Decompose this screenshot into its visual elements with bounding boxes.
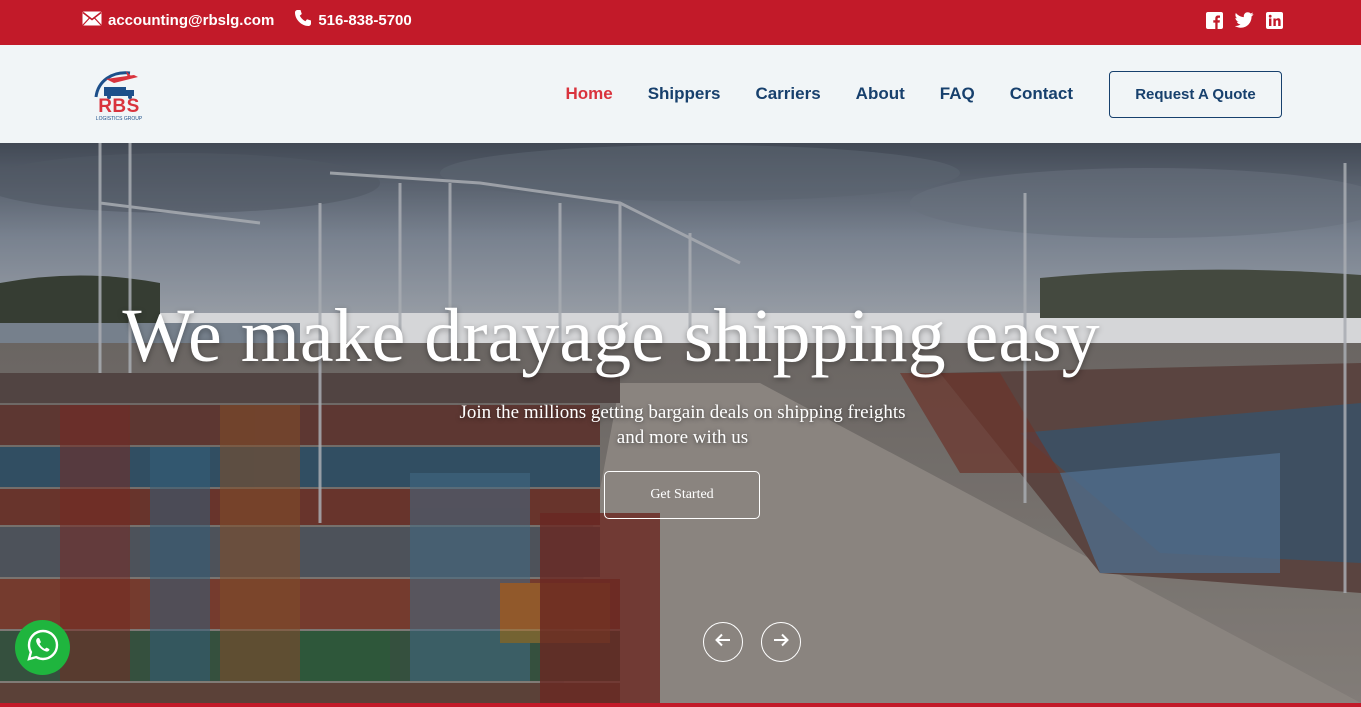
hero-subtitle-line1: Join the millions getting bargain deals … xyxy=(459,402,906,423)
whatsapp-icon xyxy=(26,628,60,667)
hero-banner: We make drayage shipping easy Join the m… xyxy=(0,143,1361,703)
request-quote-button[interactable]: Request A Quote xyxy=(1109,71,1282,118)
phone-text: 516-838-5700 xyxy=(318,11,412,29)
nav-contact[interactable]: Contact xyxy=(1010,84,1073,104)
nav-faq[interactable]: FAQ xyxy=(940,84,975,104)
nav-carriers[interactable]: Carriers xyxy=(755,84,820,104)
hero-subtitle-line2: and more with us xyxy=(616,427,749,448)
contact-info: accounting@rbslg.com 516-838-5700 xyxy=(82,0,412,40)
carousel-next-button[interactable] xyxy=(761,622,801,662)
arrow-right-icon xyxy=(773,633,789,652)
site-header: RBS LOGISTICS GROUP Home Shippers Carrie… xyxy=(0,45,1361,143)
nav-about[interactable]: About xyxy=(856,84,905,104)
nav-home[interactable]: Home xyxy=(565,84,612,104)
whatsapp-chat-button[interactable] xyxy=(15,620,70,675)
facebook-icon[interactable] xyxy=(1206,11,1223,29)
logo-text: RBS xyxy=(98,96,140,117)
hero-title: We make drayage shipping easy xyxy=(122,294,1100,378)
phone-icon xyxy=(294,9,318,31)
rbs-logo[interactable]: RBS LOGISTICS GROUP xyxy=(86,67,152,125)
nav-shippers[interactable]: Shippers xyxy=(648,84,721,104)
arrow-left-icon xyxy=(715,633,731,652)
main-nav: Home Shippers Carriers About FAQ Contact xyxy=(530,45,1073,143)
bottom-accent-strip xyxy=(0,703,1361,707)
hero-subtitle: Join the millions getting bargain deals … xyxy=(400,400,965,450)
linkedin-icon[interactable] xyxy=(1266,11,1283,29)
logo-subtext: LOGISTICS GROUP xyxy=(95,116,143,122)
envelope-icon xyxy=(82,11,108,30)
top-bar: accounting@rbslg.com 516-838-5700 xyxy=(0,0,1361,45)
carousel-prev-button[interactable] xyxy=(703,622,743,662)
phone-link[interactable]: 516-838-5700 xyxy=(294,9,412,31)
twitter-icon[interactable] xyxy=(1235,12,1254,28)
email-link[interactable]: accounting@rbslg.com xyxy=(82,11,274,30)
social-links xyxy=(1206,0,1283,40)
get-started-button[interactable]: Get Started xyxy=(604,471,760,519)
email-text: accounting@rbslg.com xyxy=(108,11,275,29)
